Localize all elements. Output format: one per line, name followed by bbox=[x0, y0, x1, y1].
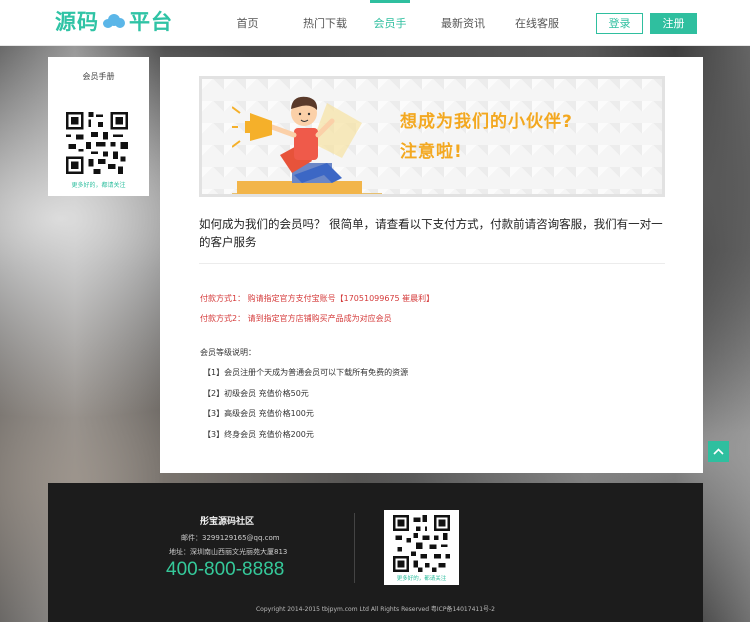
sidebar-card: 会员手册 更多好的，都请关注 bbox=[48, 57, 149, 196]
nav-item-latest-news[interactable]: 最新资讯 bbox=[438, 0, 488, 46]
footer-email: 邮件：3299129165@qq.com bbox=[181, 534, 280, 542]
levels-title: 会员等级说明： bbox=[200, 348, 256, 357]
main-panel: 想成为我们的小伙伴? 注意啦! 如何成为我们的会员吗？ 很简单，请查看以下支付方… bbox=[160, 57, 703, 473]
site-logo[interactable]: 源码 平台 bbox=[55, 8, 173, 34]
footer-separator bbox=[354, 513, 355, 583]
footer-qr-card: 更多好的，都请关注 bbox=[384, 510, 459, 585]
main-nav: 首页 热门下载 会员手册 最新资讯 在线客服 bbox=[225, 0, 562, 78]
level-item: 【3】终身会员 充值价格200元 bbox=[203, 430, 314, 439]
level-item: 【2】初级会员 充值价格50元 bbox=[203, 389, 309, 398]
content-divider bbox=[199, 263, 665, 264]
nav-item-online-service[interactable]: 在线客服 bbox=[512, 0, 562, 46]
cloud-icon bbox=[103, 14, 125, 28]
qr-code-icon bbox=[393, 515, 450, 572]
banner-subheadline: 注意啦! bbox=[400, 142, 463, 162]
logo-text-right: 平台 bbox=[129, 10, 173, 34]
promo-banner: 想成为我们的小伙伴? 注意啦! bbox=[199, 76, 665, 197]
site-header: 源码 平台 首页 热门下载 会员手册 最新资讯 在线客服 登录 注册 bbox=[0, 0, 750, 78]
footer-phone: 400-800-8888 bbox=[166, 559, 285, 580]
login-button[interactable]: 登录 bbox=[596, 13, 643, 34]
site-footer: 彤宝源码社区 邮件：3299129165@qq.com 地址：深圳南山西丽文光丽… bbox=[48, 483, 703, 622]
nav-item-hot-downloads[interactable]: 热门下载 bbox=[295, 0, 355, 46]
sidebar-title: 会员手册 bbox=[82, 72, 115, 81]
copyright-text: Copyright 2014-2015 tbjpym.com Ltd All R… bbox=[255, 606, 496, 613]
payment-method-2: 付款方式2： 请到指定官方店铺购买产品成为对应会员 bbox=[200, 314, 392, 323]
nav-item-home[interactable]: 首页 bbox=[225, 0, 270, 46]
membership-intro: 如何成为我们的会员吗？ 很简单，请查看以下支付方式，付款前请咨询客服，我们有一对… bbox=[199, 217, 663, 249]
level-item: 【3】高级会员 充值价格100元 bbox=[203, 409, 314, 418]
level-item: 【1】会员注册个天成为普通会员可以下载所有免费的资源 bbox=[203, 368, 409, 377]
qr-code-icon bbox=[66, 112, 128, 174]
sidebar-qr-caption: 更多好的，都请关注 bbox=[71, 182, 126, 189]
footer-qr-caption: 更多好的，都请关注 bbox=[396, 576, 447, 582]
chevron-up-icon bbox=[713, 448, 724, 455]
register-button[interactable]: 注册 bbox=[650, 13, 697, 34]
footer-title: 彤宝源码社区 bbox=[200, 517, 255, 527]
logo-text-left: 源码 bbox=[55, 10, 99, 34]
nav-item-member-handbook[interactable]: 会员手册 bbox=[370, 0, 410, 78]
payment-method-1: 付款方式1： 购请指定官方支付宝账号【17051099675 崔晨利】 bbox=[200, 294, 435, 303]
banner-headline: 想成为我们的小伙伴? bbox=[400, 112, 573, 132]
back-to-top-button[interactable] bbox=[708, 441, 729, 462]
megaphone-person-illustration bbox=[232, 96, 382, 194]
footer-address: 地址：深圳南山西丽文光丽苑大厦813 bbox=[169, 548, 288, 556]
